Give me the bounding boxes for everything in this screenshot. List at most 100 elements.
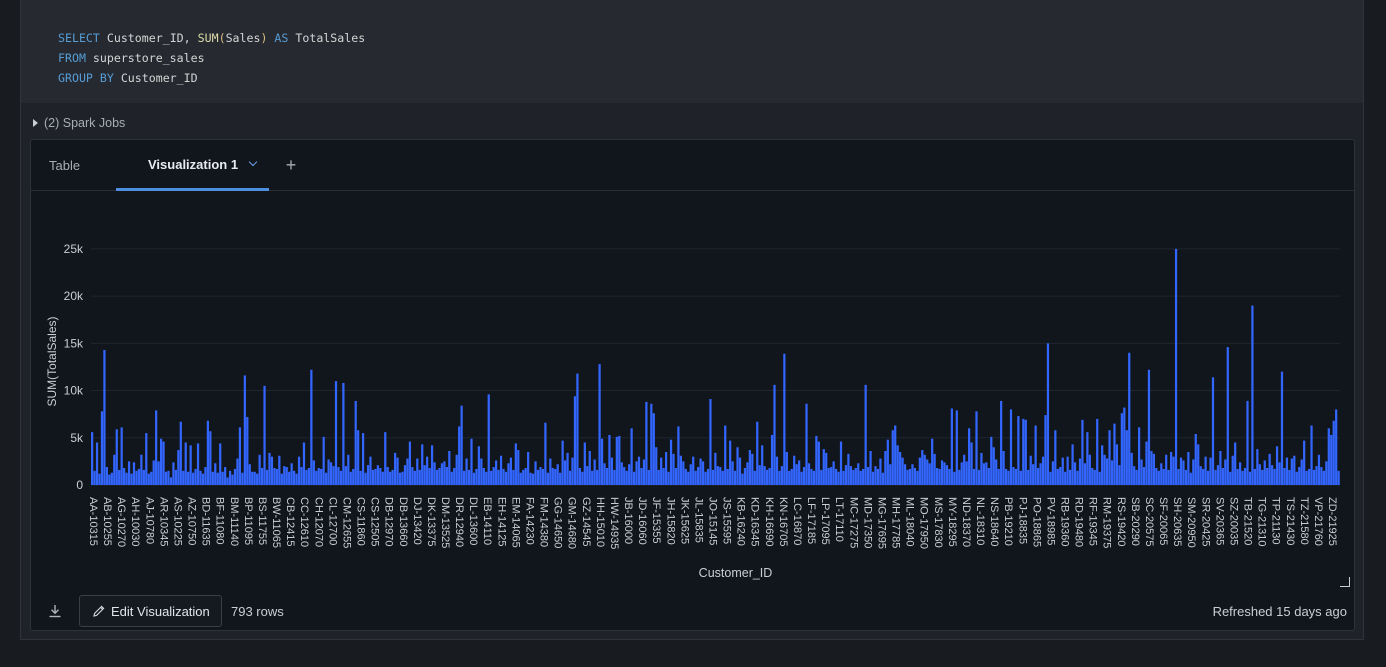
resize-handle-icon[interactable]	[1340, 577, 1350, 587]
bar	[541, 468, 545, 485]
bar	[366, 465, 370, 485]
bar	[790, 468, 793, 485]
bar	[495, 460, 498, 485]
bar	[977, 469, 981, 485]
bar	[519, 472, 522, 485]
bar	[1214, 469, 1217, 485]
bar	[290, 463, 293, 485]
x-tick-label: FA-14230	[523, 497, 535, 545]
bar	[1113, 423, 1116, 485]
bar	[369, 456, 372, 485]
bar	[320, 468, 323, 485]
bar	[746, 462, 749, 485]
x-tick-label: CS-12505	[369, 497, 381, 547]
bar	[736, 447, 739, 485]
x-tick-label: BP-11095	[242, 497, 254, 545]
bar	[975, 411, 978, 485]
bar	[884, 451, 887, 485]
bar	[1137, 427, 1141, 485]
bar	[603, 463, 606, 485]
bar	[100, 411, 104, 485]
x-tick-label: DB-12970	[383, 497, 395, 547]
bar	[1039, 463, 1042, 485]
bar	[763, 466, 766, 485]
edit-visualization-button[interactable]: Edit Visualization	[79, 595, 222, 627]
bar	[1056, 468, 1059, 485]
x-tick-label: EM-14065	[509, 497, 521, 548]
tab-table[interactable]: Table	[49, 140, 80, 191]
bar	[251, 471, 254, 485]
download-icon[interactable]	[47, 603, 63, 619]
bar	[413, 470, 416, 485]
bar	[970, 442, 973, 485]
bar	[1012, 467, 1015, 485]
bar	[270, 456, 274, 485]
bar	[591, 470, 594, 485]
bar	[167, 470, 170, 485]
bar	[204, 467, 207, 485]
bar	[1152, 453, 1155, 485]
bar	[440, 463, 444, 485]
bar	[913, 468, 917, 485]
bar	[1009, 409, 1013, 485]
x-tick-label: KB-16240	[735, 497, 747, 546]
bar	[1298, 467, 1301, 485]
bar	[554, 468, 557, 485]
x-tick-label: MG-17695	[875, 497, 887, 549]
tab-table-label: Table	[49, 158, 81, 173]
bar	[157, 461, 160, 485]
bar	[945, 465, 949, 485]
bar	[766, 469, 769, 485]
bar	[374, 468, 377, 485]
bar	[948, 468, 951, 485]
bar	[162, 441, 165, 485]
row-count: 793 rows	[231, 604, 284, 619]
x-tick-label: LT-17110	[833, 497, 845, 542]
bar	[1123, 407, 1126, 485]
bar	[938, 468, 941, 485]
y-tick-label: 10k	[64, 384, 84, 398]
x-tick-label: DM-13525	[439, 497, 451, 548]
bar	[137, 468, 141, 485]
bar	[233, 468, 237, 485]
bar	[236, 458, 239, 485]
spark-jobs-toggle[interactable]: (2) Spark Jobs	[33, 116, 125, 130]
bar	[699, 458, 702, 485]
bar	[199, 470, 202, 485]
bar	[196, 443, 200, 485]
bar	[1041, 456, 1045, 485]
bar	[743, 468, 747, 485]
code-editor[interactable]: SELECT Customer_ID, SUM(Sales) AS TotalS…	[21, 0, 1363, 103]
x-tick-label: CM-12655	[340, 497, 352, 548]
chevron-down-icon[interactable]	[248, 157, 258, 167]
bar	[110, 472, 113, 485]
bar	[1246, 400, 1249, 485]
bar	[600, 438, 604, 485]
bar	[1049, 471, 1052, 485]
bar	[477, 446, 480, 485]
bar	[329, 462, 333, 485]
bar	[1022, 418, 1025, 485]
bar	[445, 467, 448, 485]
bar	[596, 469, 599, 485]
bar	[238, 427, 242, 485]
bar	[98, 473, 101, 485]
bar	[426, 456, 429, 485]
bar	[224, 467, 227, 485]
bar	[650, 403, 653, 485]
bar	[470, 438, 473, 485]
tab-visualization[interactable]: Visualization 1	[116, 140, 269, 191]
bar	[361, 433, 365, 485]
bar	[1317, 454, 1321, 485]
x-tick-label: SZ-20035	[1227, 497, 1239, 545]
bar	[1091, 468, 1094, 485]
bar	[522, 469, 525, 485]
add-tab-button[interactable]: +	[283, 140, 299, 191]
bar	[807, 463, 811, 485]
bar	[640, 468, 643, 485]
x-tick-label: JH-15820	[664, 497, 676, 545]
x-tick-label: PO-18865	[1030, 497, 1042, 547]
bar	[1335, 409, 1338, 485]
x-tick-label: JS-15595	[721, 497, 733, 544]
bar	[260, 468, 264, 485]
